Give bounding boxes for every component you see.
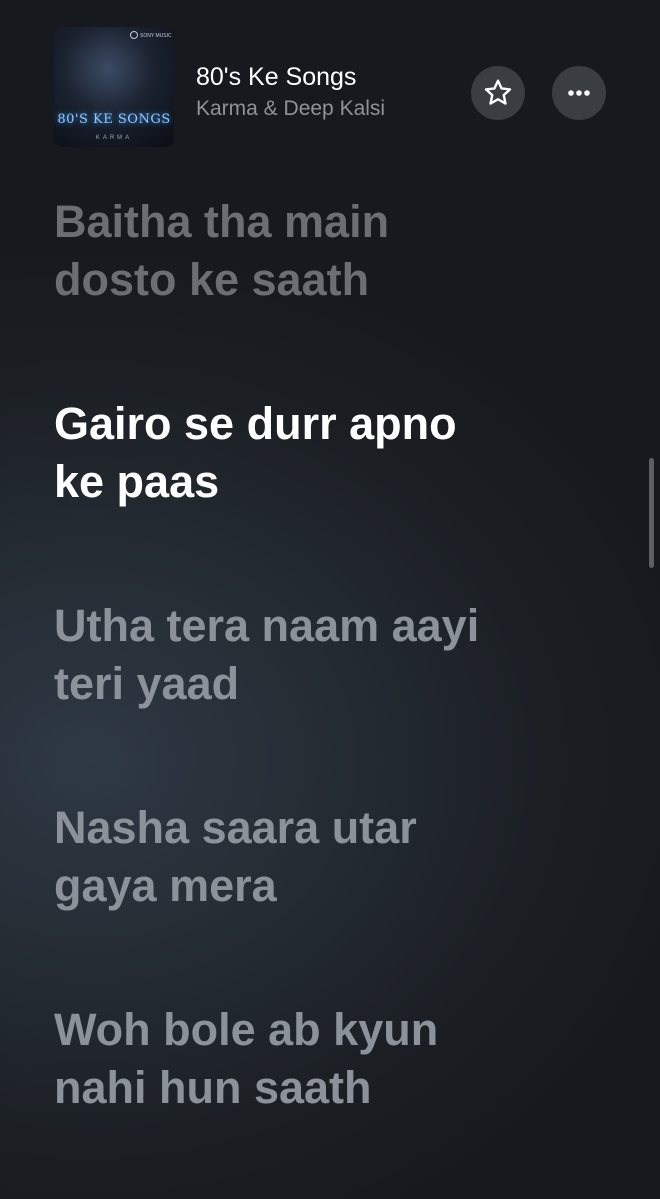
favorite-button[interactable]	[471, 66, 525, 120]
lyric-text: nahi hun saath	[54, 1062, 372, 1113]
lyric-text: Baitha tha main	[54, 196, 390, 247]
lyric-line[interactable]: Utha tera naam aayi teri yaad	[54, 597, 614, 713]
now-playing-header: SONY MUSIC 80'S KE SONGS KARMA 80's Ke S…	[0, 0, 660, 180]
lyric-text: Nasha saara utar	[54, 802, 417, 853]
lyric-line[interactable]: Nasha saara utar gaya mera	[54, 799, 614, 915]
album-artwork[interactable]: SONY MUSIC 80'S KE SONGS KARMA	[54, 27, 174, 147]
artwork-artist-text: KARMA	[95, 135, 133, 141]
lyric-line[interactable]: Woh bole ab kyun nahi hun saath	[54, 1001, 614, 1117]
more-options-button[interactable]	[552, 66, 606, 120]
lyric-text: gaya mera	[54, 860, 277, 911]
song-title[interactable]: 80's Ke Songs	[196, 63, 356, 92]
lyric-text: Woh bole ab kyun	[54, 1004, 439, 1055]
artwork-title-text: 80'S KE SONGS	[57, 112, 171, 127]
lyric-text: ke paas	[54, 456, 220, 507]
lyric-line-current[interactable]: Gairo se durr apno ke paas	[54, 395, 614, 511]
lyrics-view[interactable]: Baitha tha main dosto ke saath Gairo se …	[54, 193, 614, 1199]
ellipsis-icon	[568, 90, 590, 96]
scrollbar[interactable]	[649, 458, 654, 568]
lyric-text: Gairo se durr apno	[54, 398, 457, 449]
label-logo-icon	[130, 31, 138, 39]
lyric-text: teri yaad	[54, 658, 240, 709]
star-icon	[484, 79, 512, 105]
artwork-label-text: SONY MUSIC	[140, 33, 172, 39]
lyric-text: Utha tera naam aayi	[54, 600, 480, 651]
lyric-text: dosto ke saath	[54, 254, 370, 305]
lyric-line[interactable]: Baitha tha main dosto ke saath	[54, 193, 614, 309]
song-artist[interactable]: Karma & Deep Kalsi	[196, 97, 385, 121]
